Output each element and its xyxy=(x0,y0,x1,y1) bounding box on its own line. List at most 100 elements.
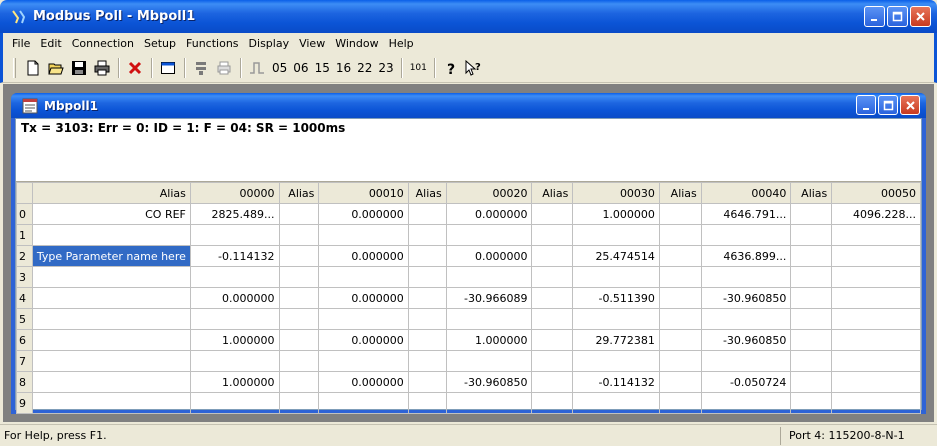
value-cell[interactable]: 0.000000 xyxy=(445,245,533,267)
alias-cell[interactable] xyxy=(790,350,833,372)
alias-cell[interactable] xyxy=(278,224,320,246)
value-cell[interactable] xyxy=(700,224,792,246)
row-number[interactable]: 9 xyxy=(16,392,33,414)
alias-cell[interactable] xyxy=(407,308,447,330)
value-cell[interactable]: -0.114132 xyxy=(572,371,660,393)
pulse-button[interactable] xyxy=(246,57,268,79)
alias-cell[interactable] xyxy=(790,308,833,330)
alias-cell[interactable] xyxy=(407,329,447,351)
maximize-button[interactable] xyxy=(887,6,908,27)
value-cell[interactable] xyxy=(189,392,280,414)
print-button[interactable] xyxy=(91,57,113,79)
alias-cell[interactable] xyxy=(31,287,191,309)
function-06-button[interactable]: 06 xyxy=(290,61,311,75)
value-cell[interactable] xyxy=(572,308,660,330)
value-cell[interactable] xyxy=(189,266,280,288)
value-cell[interactable]: -30.960850 xyxy=(445,371,533,393)
function-22-button[interactable]: 22 xyxy=(354,61,375,75)
save-button[interactable] xyxy=(68,57,90,79)
value-cell[interactable]: 0.000000 xyxy=(318,203,409,225)
alias-cell[interactable] xyxy=(790,203,833,225)
row-number[interactable]: 0 xyxy=(16,203,33,225)
value-cell[interactable] xyxy=(700,392,792,414)
alias-cell[interactable] xyxy=(407,245,447,267)
column-header[interactable]: 00040 xyxy=(700,182,792,204)
value-cell[interactable]: 4096.228... xyxy=(831,203,921,225)
alias-cell[interactable] xyxy=(278,266,320,288)
alias-cell[interactable] xyxy=(531,245,574,267)
alias-cell[interactable] xyxy=(790,392,833,414)
alias-cell[interactable] xyxy=(658,266,702,288)
menu-setup[interactable]: Setup xyxy=(139,37,181,50)
value-cell[interactable] xyxy=(831,245,921,267)
alias-cell[interactable] xyxy=(790,329,833,351)
alias-cell[interactable] xyxy=(531,224,574,246)
menu-file[interactable]: File xyxy=(7,37,35,50)
alias-cell[interactable] xyxy=(31,329,191,351)
open-file-button[interactable] xyxy=(45,57,67,79)
value-cell[interactable]: -30.966089 xyxy=(445,287,533,309)
alias-cell[interactable] xyxy=(658,224,702,246)
value-cell[interactable] xyxy=(572,350,660,372)
disconnect-button[interactable] xyxy=(124,57,146,79)
value-cell[interactable]: 4636.899... xyxy=(700,245,792,267)
child-close-button[interactable] xyxy=(900,95,920,115)
function-16-button[interactable]: 16 xyxy=(333,61,354,75)
alias-cell[interactable] xyxy=(531,203,574,225)
close-button[interactable] xyxy=(910,6,931,27)
value-cell[interactable] xyxy=(445,224,533,246)
alias-cell[interactable] xyxy=(278,329,320,351)
value-cell[interactable]: 1.000000 xyxy=(445,329,533,351)
alias-cell[interactable] xyxy=(278,392,320,414)
toolbar-grip[interactable] xyxy=(13,57,16,78)
value-cell[interactable]: -0.050724 xyxy=(700,371,792,393)
alias-cell[interactable] xyxy=(31,392,191,414)
alias-cell[interactable] xyxy=(407,203,447,225)
value-cell[interactable]: 0.000000 xyxy=(445,203,533,225)
row-number[interactable]: 2 xyxy=(16,245,33,267)
menu-view[interactable]: View xyxy=(294,37,330,50)
context-help-button[interactable]: ? xyxy=(463,57,485,79)
alias-cell[interactable] xyxy=(531,329,574,351)
row-number[interactable]: 6 xyxy=(16,329,33,351)
alias-cell[interactable]: CO REF xyxy=(31,203,191,225)
alias-edit-cell[interactable]: Type Parameter name here xyxy=(31,245,191,267)
value-cell[interactable] xyxy=(572,224,660,246)
value-cell[interactable]: 0.000000 xyxy=(318,329,409,351)
alias-cell[interactable] xyxy=(278,203,320,225)
value-cell[interactable] xyxy=(445,392,533,414)
column-header[interactable]: Alias xyxy=(658,182,702,204)
alias-cell[interactable] xyxy=(658,308,702,330)
printer-disabled-button[interactable] xyxy=(213,57,235,79)
alias-cell[interactable] xyxy=(658,287,702,309)
alias-cell[interactable] xyxy=(658,203,702,225)
value-cell[interactable] xyxy=(831,224,921,246)
communication-button[interactable] xyxy=(190,57,212,79)
row-number[interactable]: 1 xyxy=(16,224,33,246)
alias-cell[interactable] xyxy=(278,371,320,393)
new-file-button[interactable] xyxy=(22,57,44,79)
value-cell[interactable]: 1.000000 xyxy=(572,203,660,225)
column-header[interactable]: Alias xyxy=(31,182,191,204)
alias-cell[interactable] xyxy=(407,224,447,246)
alias-cell[interactable] xyxy=(407,266,447,288)
row-number[interactable]: 8 xyxy=(16,371,33,393)
value-cell[interactable] xyxy=(445,308,533,330)
value-cell[interactable] xyxy=(831,287,921,309)
value-cell[interactable] xyxy=(700,266,792,288)
column-header[interactable]: Alias xyxy=(407,182,447,204)
counter-button[interactable]: 101 xyxy=(407,63,430,73)
value-cell[interactable]: 0.000000 xyxy=(318,287,409,309)
alias-cell[interactable] xyxy=(31,266,191,288)
function-15-button[interactable]: 15 xyxy=(312,61,333,75)
alias-cell[interactable] xyxy=(658,371,702,393)
value-cell[interactable]: -30.960850 xyxy=(700,287,792,309)
value-cell[interactable] xyxy=(318,308,409,330)
value-cell[interactable] xyxy=(831,329,921,351)
value-cell[interactable]: -30.960850 xyxy=(700,329,792,351)
window-button[interactable] xyxy=(157,57,179,79)
value-cell[interactable]: 1.000000 xyxy=(189,371,280,393)
menu-window[interactable]: Window xyxy=(330,37,383,50)
alias-cell[interactable] xyxy=(31,371,191,393)
value-cell[interactable] xyxy=(831,266,921,288)
